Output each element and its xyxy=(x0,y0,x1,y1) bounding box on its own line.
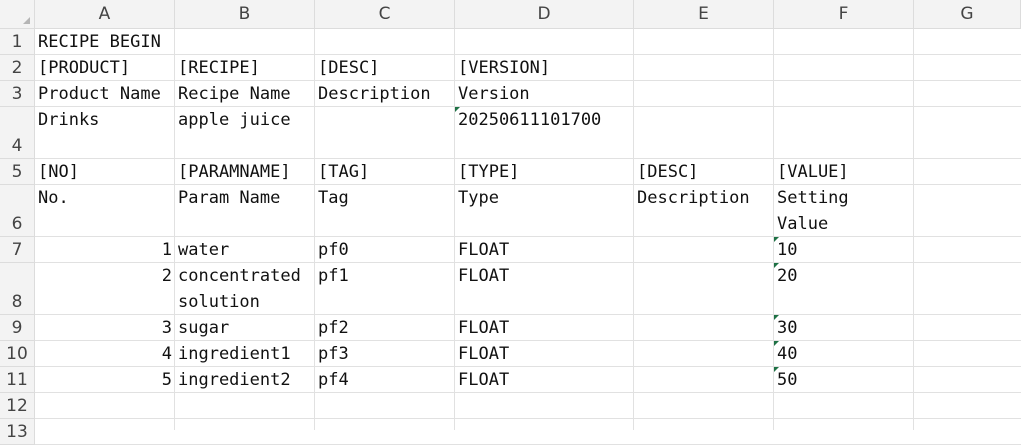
cell-c6[interactable]: Tag xyxy=(315,185,455,237)
row-header-9[interactable]: 9 xyxy=(0,315,35,341)
cell-e5[interactable]: [DESC] xyxy=(634,159,774,185)
cell-b11[interactable]: ingredient2 xyxy=(175,367,315,393)
cell-a4[interactable]: Drinks xyxy=(35,107,175,159)
cell-d6[interactable]: Type xyxy=(455,185,634,237)
gridline-horizontal xyxy=(35,418,1021,419)
select-all-corner[interactable] xyxy=(0,0,35,29)
cell-b10[interactable]: ingredient1 xyxy=(175,341,315,367)
cell-a8[interactable]: 2 xyxy=(35,263,175,315)
row-header-12[interactable]: 12 xyxy=(0,393,35,419)
cell-c8[interactable]: pf1 xyxy=(315,263,455,315)
column-header-a[interactable]: A xyxy=(35,0,175,29)
cell-a10[interactable]: 4 xyxy=(35,341,175,367)
cell-c9[interactable]: pf2 xyxy=(315,315,455,341)
cell-a11[interactable]: 5 xyxy=(35,367,175,393)
cell-a7[interactable]: 1 xyxy=(35,237,175,263)
cell-c3[interactable]: Description xyxy=(315,81,455,107)
cell-d10[interactable]: FLOAT xyxy=(455,341,634,367)
row-header-7[interactable]: 7 xyxy=(0,237,35,263)
row-header-6[interactable]: 6 xyxy=(0,185,35,237)
cell-b7[interactable]: water xyxy=(175,237,315,263)
cell-c11[interactable]: pf4 xyxy=(315,367,455,393)
row-header-3[interactable]: 3 xyxy=(0,81,35,107)
row-header-8[interactable]: 8 xyxy=(0,263,35,315)
cell-b6[interactable]: Param Name xyxy=(175,185,315,237)
cell-c2[interactable]: [DESC] xyxy=(315,55,455,81)
cell-b8[interactable]: concentrated solution xyxy=(175,263,315,315)
cell-e6[interactable]: Description xyxy=(634,185,774,237)
cell-b3[interactable]: Recipe Name xyxy=(175,81,315,107)
cell-a3[interactable]: Product Name xyxy=(35,81,175,107)
cell-d7[interactable]: FLOAT xyxy=(455,237,634,263)
cell-c7[interactable]: pf0 xyxy=(315,237,455,263)
cell-a6[interactable]: No. xyxy=(35,185,175,237)
cell-d5[interactable]: [TYPE] xyxy=(455,159,634,185)
cell-b9[interactable]: sugar xyxy=(175,315,315,341)
cell-c5[interactable]: [TAG] xyxy=(315,159,455,185)
cell-f7[interactable]: 10 xyxy=(774,237,914,263)
cell-f6[interactable]: Setting Value xyxy=(774,185,914,237)
cell-d8[interactable]: FLOAT xyxy=(455,263,634,315)
spreadsheet-grid[interactable]: ABCDEFG 1 2 3 4 5 6 7 8 9 10 11 12 13 RECIPE BEGIN [P… xyxy=(0,0,1021,445)
cell-d9[interactable]: FLOAT xyxy=(455,315,634,341)
cell-a9[interactable]: 3 xyxy=(35,315,175,341)
column-header-f[interactable]: F xyxy=(774,0,914,29)
cell-f8[interactable]: 20 xyxy=(774,263,914,315)
cell-b2[interactable]: [RECIPE] xyxy=(175,55,315,81)
cell-d4[interactable]: 20250611101700 xyxy=(455,107,634,159)
column-header-d[interactable]: D xyxy=(455,0,634,29)
row-header-5[interactable]: 5 xyxy=(0,159,35,185)
select-all-triangle-icon xyxy=(23,17,30,24)
column-header-c[interactable]: C xyxy=(315,0,455,29)
cell-a5[interactable]: [NO] xyxy=(35,159,175,185)
cell-c10[interactable]: pf3 xyxy=(315,341,455,367)
cell-b4[interactable]: apple juice xyxy=(175,107,315,159)
cell-f10[interactable]: 40 xyxy=(774,341,914,367)
cell-f5[interactable]: [VALUE] xyxy=(774,159,914,185)
row-header-4[interactable]: 4 xyxy=(0,107,35,159)
cell-d3[interactable]: Version xyxy=(455,81,634,107)
row-header-10[interactable]: 10 xyxy=(0,341,35,367)
row-header-13[interactable]: 13 xyxy=(0,419,35,445)
cell-d2[interactable]: [VERSION] xyxy=(455,55,634,81)
column-header-b[interactable]: B xyxy=(175,0,315,29)
row-header-11[interactable]: 11 xyxy=(0,367,35,393)
cell-a2[interactable]: [PRODUCT] xyxy=(35,55,175,81)
cell-a1[interactable]: RECIPE BEGIN xyxy=(35,29,315,55)
cell-b5[interactable]: [PARAMNAME] xyxy=(175,159,315,185)
row-header-2[interactable]: 2 xyxy=(0,55,35,81)
row-header-1[interactable]: 1 xyxy=(0,29,35,55)
column-header-g[interactable]: G xyxy=(914,0,1021,29)
cell-f11[interactable]: 50 xyxy=(774,367,914,393)
cell-d11[interactable]: FLOAT xyxy=(455,367,634,393)
cell-f9[interactable]: 30 xyxy=(774,315,914,341)
column-header-e[interactable]: E xyxy=(634,0,774,29)
